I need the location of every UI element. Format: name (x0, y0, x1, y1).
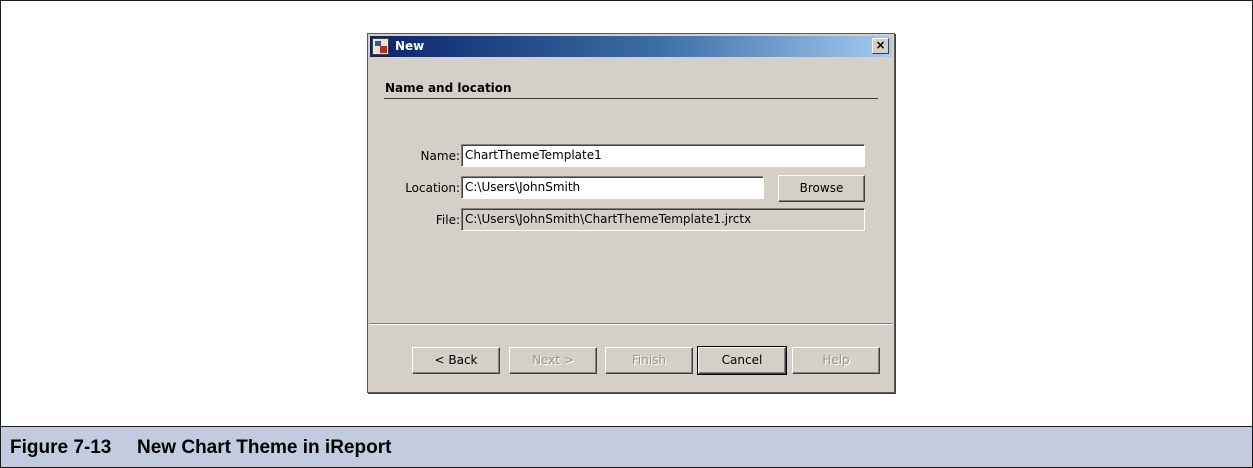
section-title: Name and location (385, 81, 512, 95)
cancel-button[interactable]: Cancel (697, 346, 787, 375)
button-area-divider-highlight (369, 324, 893, 325)
name-field[interactable]: ChartThemeTemplate1 (461, 144, 865, 167)
figure-frame: New × Name and location Name: ChartTheme… (0, 0, 1253, 468)
section-divider (384, 98, 878, 99)
caption-number: Figure 7-13 (10, 437, 112, 458)
file-field: C:\Users\JohnSmith\ChartThemeTemplate1.j… (461, 208, 865, 231)
caption-title: New Chart Theme in iReport (137, 437, 392, 458)
help-button[interactable]: Help (792, 347, 880, 374)
file-label: File: (435, 213, 460, 227)
next-button[interactable]: Next > (509, 347, 597, 374)
ireport-app-icon (372, 38, 389, 55)
location-label: Location: (405, 181, 460, 195)
dialog-titlebar[interactable]: New × (370, 36, 892, 57)
dialog-title: New (395, 39, 425, 53)
browse-button[interactable]: Browse (778, 175, 865, 202)
back-button[interactable]: < Back (412, 347, 500, 374)
close-button[interactable]: × (872, 38, 889, 54)
figure-caption: Figure 7-13 New Chart Theme in iReport (1, 426, 1252, 467)
figure-area: New × Name and location Name: ChartTheme… (1, 1, 1252, 426)
finish-button[interactable]: Finish (605, 347, 693, 374)
new-dialog: New × Name and location Name: ChartTheme… (367, 33, 895, 393)
location-field[interactable]: C:\Users\JohnSmith (461, 176, 764, 199)
close-icon: × (875, 38, 886, 52)
name-label: Name: (420, 149, 460, 163)
